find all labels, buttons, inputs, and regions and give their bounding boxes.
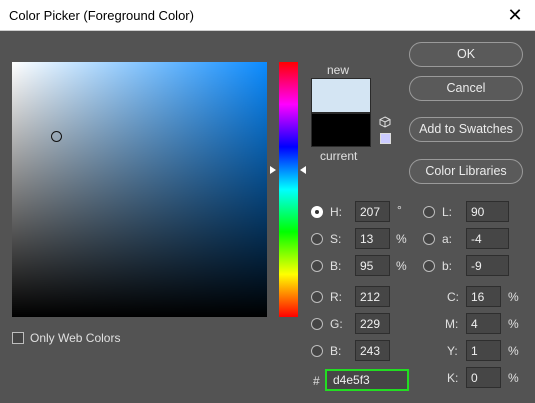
l-field[interactable]: 90 <box>466 201 509 222</box>
y-label: Y: <box>447 344 458 358</box>
color-libraries-button[interactable]: Color Libraries <box>409 159 523 184</box>
g-radio[interactable] <box>311 318 323 330</box>
new-color-swatch <box>311 78 371 113</box>
hue-slider-right-arrow-icon[interactable] <box>300 166 306 174</box>
cube-icon[interactable] <box>379 116 391 128</box>
m-unit: % <box>508 317 519 331</box>
new-label: new <box>327 63 350 77</box>
color-field[interactable] <box>12 62 267 317</box>
s-label: S: <box>330 232 342 246</box>
k-field[interactable]: 0 <box>466 367 501 388</box>
cancel-button[interactable]: Cancel <box>409 76 523 101</box>
web-safe-swatch[interactable] <box>380 133 391 144</box>
rgb-b-field[interactable]: 243 <box>355 340 390 361</box>
current-color-swatch[interactable] <box>311 113 371 147</box>
rgb-b-radio[interactable] <box>311 345 323 357</box>
hex-field[interactable]: d4e5f3 <box>325 369 409 391</box>
c-unit: % <box>508 290 519 304</box>
s-unit: % <box>396 232 407 246</box>
current-label: current <box>320 149 358 163</box>
hue-slider[interactable] <box>279 62 298 317</box>
r-label: R: <box>330 290 342 304</box>
y-field[interactable]: 1 <box>466 340 501 361</box>
lab-b-field[interactable]: -9 <box>466 255 509 276</box>
s-radio[interactable] <box>311 233 323 245</box>
k-label: K: <box>447 371 459 385</box>
rgb-b-label: B: <box>330 344 342 358</box>
r-radio[interactable] <box>311 291 323 303</box>
h-unit: ° <box>397 203 402 217</box>
only-web-colors-checkbox[interactable] <box>12 332 24 344</box>
l-radio[interactable] <box>423 206 435 218</box>
hsb-b-radio[interactable] <box>311 260 323 272</box>
l-label: L: <box>442 205 453 219</box>
hue-slider-left-arrow-icon[interactable] <box>270 166 276 174</box>
g-label: G: <box>330 317 343 331</box>
r-field[interactable]: 212 <box>355 286 390 307</box>
hsb-b-label: B: <box>330 259 342 273</box>
title-bar: Color Picker (Foreground Color) ✕ <box>0 0 535 31</box>
a-radio[interactable] <box>423 233 435 245</box>
close-icon[interactable]: ✕ <box>504 4 526 26</box>
ok-button[interactable]: OK <box>409 42 523 67</box>
a-label: a: <box>442 232 453 246</box>
hsb-b-field[interactable]: 95 <box>355 255 390 276</box>
field-cursor[interactable] <box>51 131 62 142</box>
g-field[interactable]: 229 <box>355 313 390 334</box>
m-label: M: <box>445 317 459 331</box>
lab-b-radio[interactable] <box>423 260 435 272</box>
y-unit: % <box>508 344 519 358</box>
s-field[interactable]: 13 <box>355 228 390 249</box>
h-label: H: <box>330 205 342 219</box>
only-web-colors-label[interactable]: Only Web Colors <box>30 331 120 345</box>
hex-prefix: # <box>313 374 320 388</box>
window-title: Color Picker (Foreground Color) <box>9 8 194 23</box>
hsb-b-unit: % <box>396 259 407 273</box>
c-field[interactable]: 16 <box>466 286 501 307</box>
h-field[interactable]: 207 <box>355 201 390 222</box>
add-to-swatches-button[interactable]: Add to Swatches <box>409 117 523 142</box>
lab-b-label: b: <box>442 259 453 273</box>
k-unit: % <box>508 371 519 385</box>
m-field[interactable]: 4 <box>466 313 501 334</box>
c-label: C: <box>447 290 459 304</box>
h-radio[interactable] <box>311 206 323 218</box>
a-field[interactable]: -4 <box>466 228 509 249</box>
